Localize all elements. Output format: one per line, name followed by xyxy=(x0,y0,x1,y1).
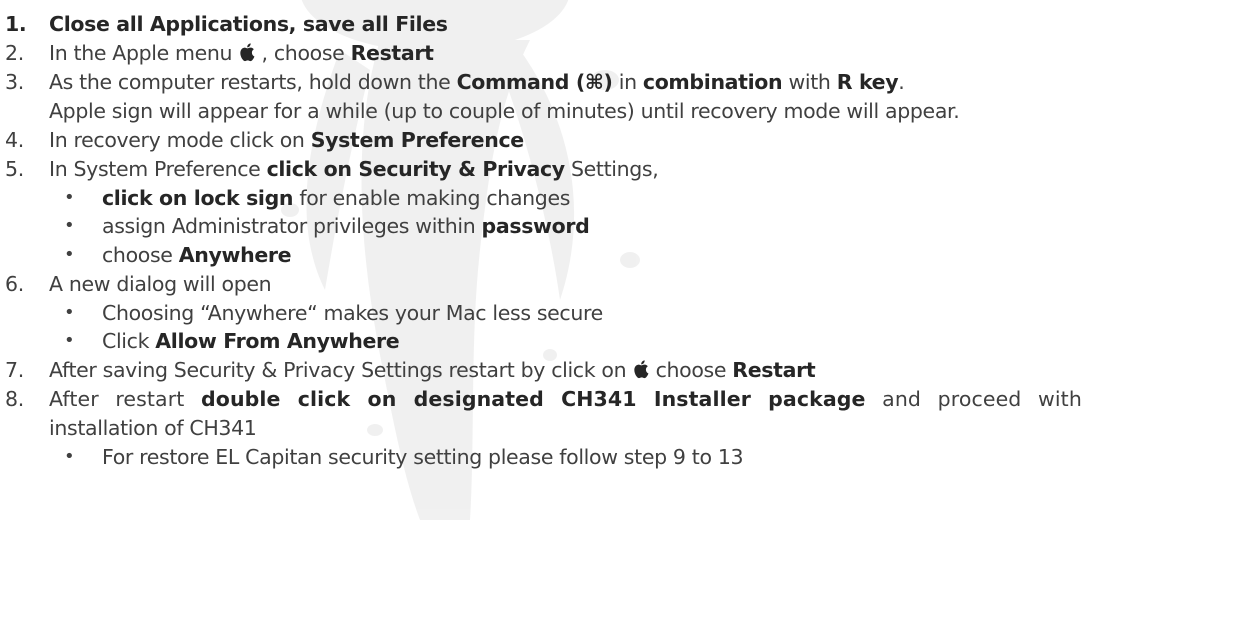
apple-logo-icon xyxy=(238,41,255,69)
bullet-marker: • xyxy=(64,187,75,208)
step-text: Choosing “Anywhere“ makes your Mac less … xyxy=(102,299,603,327)
bullet-marker: • xyxy=(64,244,75,265)
plain-text: In recovery mode click on xyxy=(49,128,311,152)
plain-text: . xyxy=(898,70,905,94)
plain-text: A new dialog will open xyxy=(49,272,272,296)
step-text: Apple sign will appear for a while (up t… xyxy=(49,97,960,125)
bullet-marker: • xyxy=(64,330,75,351)
plain-text: In System Preference xyxy=(49,157,267,181)
step-text: In the Apple menu , choose Restart xyxy=(49,39,434,69)
step-text: After restart double click on designated… xyxy=(49,385,1082,413)
apple-logo-icon xyxy=(632,358,649,386)
step-text: In recovery mode click on System Prefere… xyxy=(49,126,524,154)
step-text: For restore EL Capitan security setting … xyxy=(102,443,744,471)
step-text: A new dialog will open xyxy=(49,270,272,298)
step-number: 6. xyxy=(5,272,24,296)
step-number: 2. xyxy=(5,41,24,65)
emphasis-text: combination xyxy=(642,70,783,94)
emphasis-text: password xyxy=(481,214,590,238)
emphasis-text: Restart xyxy=(350,41,434,65)
emphasis-text: Restart xyxy=(732,358,816,382)
plain-text: installation of CH341 xyxy=(49,416,257,440)
emphasis-text: R key xyxy=(836,70,899,94)
plain-text: choose xyxy=(102,243,179,267)
emphasis-text: click on Security & Privacy xyxy=(266,157,566,181)
step-text: In System Preference click on Security &… xyxy=(49,155,659,183)
step-number: 5. xyxy=(5,157,24,181)
step-text: choose Anywhere xyxy=(102,241,292,269)
step-text: assign Administrator privileges within p… xyxy=(102,212,590,240)
plain-text: assign Administrator privileges within xyxy=(102,214,482,238)
plain-text: For restore EL Capitan security setting … xyxy=(102,445,744,469)
step-text: installation of CH341 xyxy=(49,414,257,442)
emphasis-text: Anywhere xyxy=(178,243,292,267)
plain-text: choose xyxy=(649,358,733,382)
step-text: After saving Security & Privacy Settings… xyxy=(49,356,816,386)
step-text: Click Allow From Anywhere xyxy=(102,327,400,355)
step-number: 8. xyxy=(5,387,24,411)
bullet-marker: • xyxy=(64,302,75,323)
plain-text: After saving Security & Privacy Settings… xyxy=(49,358,633,382)
plain-text: After restart xyxy=(49,387,201,411)
plain-text: In the Apple menu xyxy=(49,41,239,65)
plain-text: in xyxy=(612,70,643,94)
plain-text: Choosing “Anywhere“ makes your Mac less … xyxy=(102,301,603,325)
plain-text: for enable making changes xyxy=(293,186,571,210)
plain-text: As the computer restarts, hold down the xyxy=(49,70,457,94)
step-text: As the computer restarts, hold down the … xyxy=(49,68,905,96)
step-number: 4. xyxy=(5,128,24,152)
emphasis-text: Allow From Anywhere xyxy=(155,329,400,353)
emphasis-text: Close all Applications, save all Files xyxy=(49,12,448,36)
plain-text: Click xyxy=(102,329,156,353)
plain-text: Settings, xyxy=(564,157,659,181)
emphasis-text: Command (⌘) xyxy=(456,70,613,94)
plain-text: and proceed with xyxy=(865,387,1082,411)
step-text: click on lock sign for enable making cha… xyxy=(102,184,570,212)
bullet-marker: • xyxy=(64,446,75,467)
step-number: 1. xyxy=(5,12,27,36)
step-number: 3. xyxy=(5,70,24,94)
step-number: 7. xyxy=(5,358,24,382)
step-text: Close all Applications, save all Files xyxy=(49,10,448,38)
emphasis-text: click on lock sign xyxy=(102,186,294,210)
plain-text: , choose xyxy=(255,41,351,65)
plain-text: Apple sign will appear for a while (up t… xyxy=(49,99,960,123)
bullet-marker: • xyxy=(64,215,75,236)
emphasis-text: double click on designated CH341 Install… xyxy=(201,387,866,411)
emphasis-text: System Preference xyxy=(310,128,524,152)
plain-text: with xyxy=(782,70,837,94)
